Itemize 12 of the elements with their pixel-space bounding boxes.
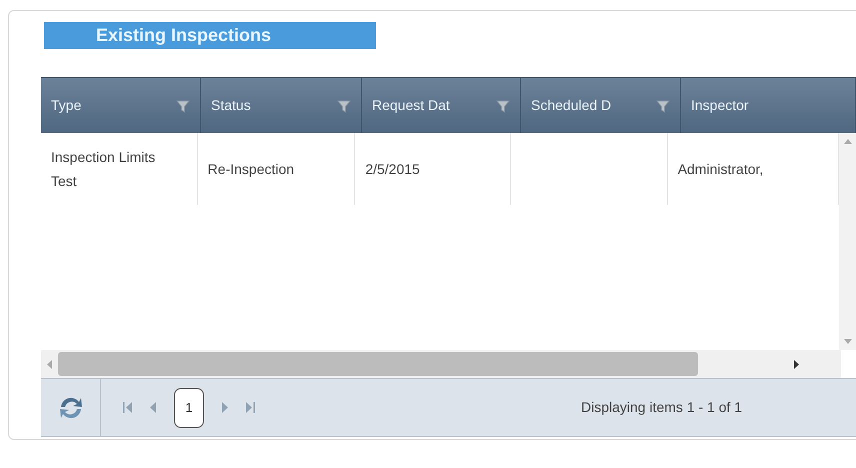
column-header[interactable]: Type [51, 95, 82, 116]
column-header[interactable]: Inspector [691, 95, 749, 116]
table-cell-text: Administrator, [678, 160, 764, 179]
table-cell-text: 2/5/2015 [365, 160, 420, 179]
pager-summary: Displaying items 1 - 1 of 1 [581, 398, 742, 417]
page-number-field[interactable]: 1 [174, 388, 204, 428]
column-header[interactable]: Scheduled D [531, 95, 612, 116]
panel-title: Existing Inspections [44, 22, 376, 49]
column-header[interactable]: Request Dat [372, 95, 450, 116]
table-cell-text: Re-Inspection [208, 160, 294, 179]
table-cell-text: Inspection Limits Test [51, 148, 156, 191]
column-header[interactable]: Status [211, 95, 251, 116]
